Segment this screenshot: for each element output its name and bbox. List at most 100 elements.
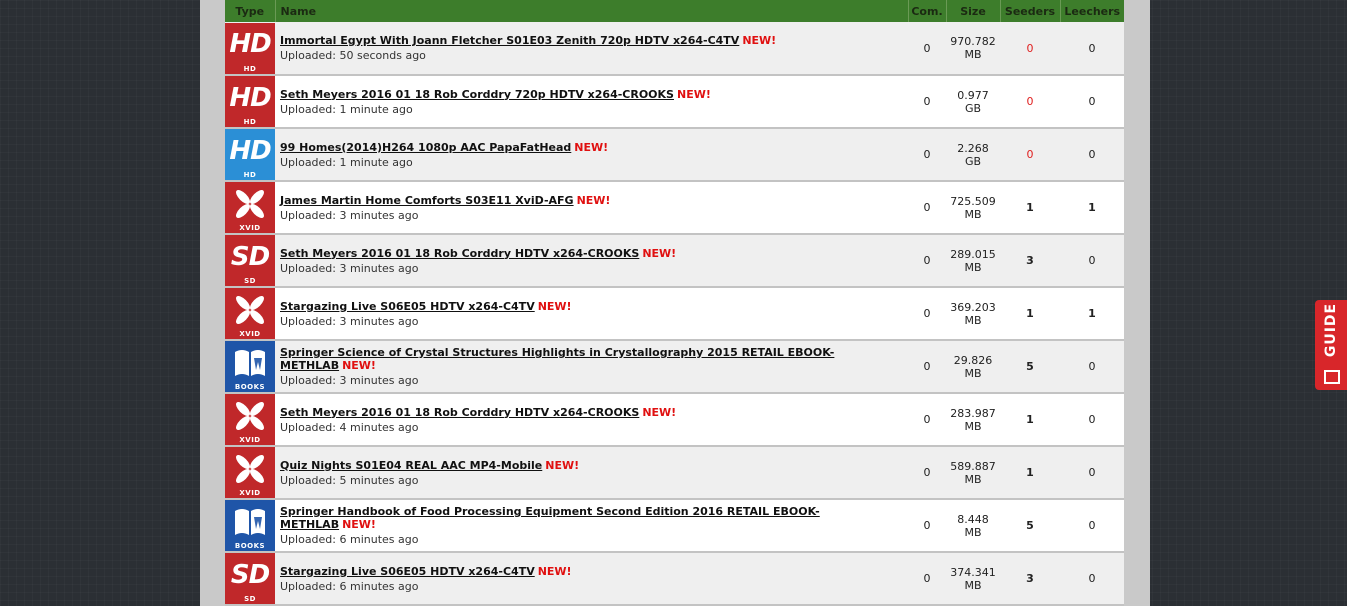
type-cell[interactable]: BOOKS — [225, 499, 275, 553]
name-cell: James Martin Home Comforts S03E11 XviD-A… — [275, 181, 908, 235]
seeders-count: 5 — [1000, 499, 1060, 553]
category-hd[interactable]: HD HD — [225, 76, 275, 127]
leechers-count: 1 — [1060, 181, 1124, 235]
torrent-link[interactable]: Seth Meyers 2016 01 18 Rob Corddry HDTV … — [280, 406, 639, 419]
col-leechers[interactable]: Leechers — [1060, 0, 1124, 22]
col-comments[interactable]: Com. — [908, 0, 947, 22]
new-badge: NEW! — [642, 246, 677, 260]
size-unit: GB — [964, 154, 982, 168]
type-cell[interactable]: HD HD — [225, 22, 275, 76]
table-row[interactable]: XVID Quiz Nights S01E04 REAL AAC MP4-Mob… — [225, 446, 1124, 500]
tv-icon — [1324, 370, 1340, 384]
size-value: 369.203 — [950, 300, 996, 314]
table-header: Type Name Com. Size Seeders Leechers — [225, 0, 1124, 22]
col-name[interactable]: Name — [275, 0, 909, 22]
type-cell[interactable]: HD HD — [225, 128, 275, 182]
table-row[interactable]: BOOKS Springer Handbook of Food Processi… — [225, 499, 1124, 553]
size-value: 970.782 — [950, 35, 996, 48]
name-cell: Seth Meyers 2016 01 18 Rob Corddry 720p … — [275, 75, 908, 129]
category-xvid[interactable]: XVID — [225, 182, 275, 233]
category-xvid[interactable]: XVID — [225, 288, 275, 339]
category-label: XVID — [239, 330, 261, 338]
name-cell: 99 Homes(2014)H264 1080p AAC PapaFatHead… — [275, 128, 908, 182]
table-row[interactable]: BOOKS Springer Science of Crystal Struct… — [225, 340, 1124, 394]
category-sd[interactable]: SD SD — [225, 235, 275, 286]
new-badge: NEW! — [676, 87, 711, 101]
size-value: 289.015 — [950, 247, 996, 261]
leechers-count: 1 — [1060, 287, 1124, 341]
type-cell[interactable]: XVID — [225, 446, 275, 500]
guide-tab[interactable]: GUIDE — [1315, 300, 1347, 390]
torrent-link[interactable]: Seth Meyers 2016 01 18 Rob Corddry HDTV … — [280, 247, 639, 260]
category-sd[interactable]: SD SD — [225, 553, 275, 604]
table-row[interactable]: SD SD Stargazing Live S06E05 HDTV x264-C4… — [225, 552, 1124, 606]
torrent-link[interactable]: James Martin Home Comforts S03E11 XviD-A… — [280, 194, 574, 207]
xvid-icon — [236, 401, 264, 430]
new-badge: NEW! — [642, 405, 677, 419]
size-unit: MB — [964, 313, 982, 327]
type-cell[interactable]: XVID — [225, 181, 275, 235]
category-label: XVID — [239, 436, 261, 444]
leechers-count: 0 — [1060, 446, 1124, 500]
size-cell: 0.977 GB — [946, 75, 1000, 129]
col-seeders[interactable]: Seeders — [1000, 0, 1061, 22]
type-cell[interactable]: HD HD — [225, 75, 275, 129]
type-cell[interactable]: XVID — [225, 287, 275, 341]
category-label: SD — [244, 595, 256, 603]
book-icon — [235, 349, 265, 376]
col-size[interactable]: Size — [946, 0, 1001, 22]
name-cell: Stargazing Live S06E05 HDTV x264-C4TV NEW… — [275, 287, 908, 341]
table-row[interactable]: XVID James Martin Home Comforts S03E11 X… — [225, 181, 1124, 235]
category-books[interactable]: BOOKS — [225, 341, 275, 392]
size-value: 589.887 — [950, 459, 996, 473]
torrent-link[interactable]: 99 Homes(2014)H264 1080p AAC PapaFatHead — [280, 141, 571, 154]
name-cell: Stargazing Live S06E05 HDTV x264-C4TV NEW… — [275, 552, 908, 606]
new-badge: NEW! — [742, 34, 777, 47]
torrent-table: Type Name Com. Size Seeders Leechers HD H… — [225, 0, 1124, 606]
category-label: SD — [244, 277, 256, 285]
category-xvid[interactable]: XVID — [225, 447, 275, 498]
comments-count: 0 — [908, 446, 946, 500]
torrent-link[interactable]: Seth Meyers 2016 01 18 Rob Corddry 720p … — [280, 88, 674, 101]
comments-count: 0 — [908, 75, 946, 129]
comments-count: 0 — [908, 287, 946, 341]
name-cell: Seth Meyers 2016 01 18 Rob Corddry HDTV … — [275, 393, 908, 447]
hd-icon: HD — [229, 135, 271, 166]
table-row[interactable]: HD HD Immortal Egypt With Joann Fletcher … — [225, 22, 1124, 76]
category-label: HD — [243, 171, 257, 179]
seeders-count: 1 — [1000, 287, 1060, 341]
torrent-link[interactable]: Immortal Egypt With Joann Fletcher S01E0… — [280, 34, 739, 47]
table-row[interactable]: XVID Stargazing Live S06E05 HDTV x264-C4… — [225, 287, 1124, 341]
table-row[interactable]: HD HD 99 Homes(2014)H264 1080p AAC PapaFa… — [225, 128, 1124, 182]
table-row[interactable]: HD HD Seth Meyers 2016 01 18 Rob Corddry … — [225, 75, 1124, 129]
size-unit: MB — [964, 578, 982, 592]
col-type[interactable]: Type — [225, 0, 276, 22]
name-cell: Seth Meyers 2016 01 18 Rob Corddry HDTV … — [275, 234, 908, 288]
type-cell[interactable]: SD SD — [225, 234, 275, 288]
table-row[interactable]: SD SD Seth Meyers 2016 01 18 Rob Corddry … — [225, 234, 1124, 288]
new-badge: NEW! — [545, 458, 580, 472]
category-hd[interactable]: HD HD — [225, 129, 275, 180]
upload-time: Uploaded: 50 seconds ago — [280, 49, 426, 62]
type-cell[interactable]: XVID — [225, 393, 275, 447]
category-xvid[interactable]: XVID — [225, 394, 275, 445]
leechers-count: 0 — [1060, 234, 1124, 288]
size-cell: 589.887 MB — [946, 446, 1000, 500]
size-cell: 2.268 GB — [946, 128, 1000, 182]
category-books[interactable]: BOOKS — [225, 500, 275, 551]
comments-count: 0 — [908, 181, 946, 235]
type-cell[interactable]: BOOKS — [225, 340, 275, 394]
torrent-link[interactable]: Quiz Nights S01E04 REAL AAC MP4-Mobile — [280, 459, 542, 472]
torrent-link[interactable]: Stargazing Live S06E05 HDTV x264-C4TV — [280, 300, 535, 313]
leechers-count: 0 — [1060, 499, 1124, 553]
size-value: 2.268 — [957, 141, 989, 155]
size-value: 374.341 — [950, 565, 996, 579]
table-row[interactable]: XVID Seth Meyers 2016 01 18 Rob Corddry … — [225, 393, 1124, 447]
new-badge: NEW! — [342, 518, 376, 531]
size-cell: 725.509 MB — [946, 181, 1000, 235]
type-cell[interactable]: SD SD — [225, 552, 275, 606]
seeders-count: 0 — [1000, 75, 1060, 129]
leechers-count: 0 — [1060, 128, 1124, 182]
category-hd[interactable]: HD HD — [225, 22, 275, 74]
torrent-link[interactable]: Stargazing Live S06E05 HDTV x264-C4TV — [280, 565, 535, 578]
